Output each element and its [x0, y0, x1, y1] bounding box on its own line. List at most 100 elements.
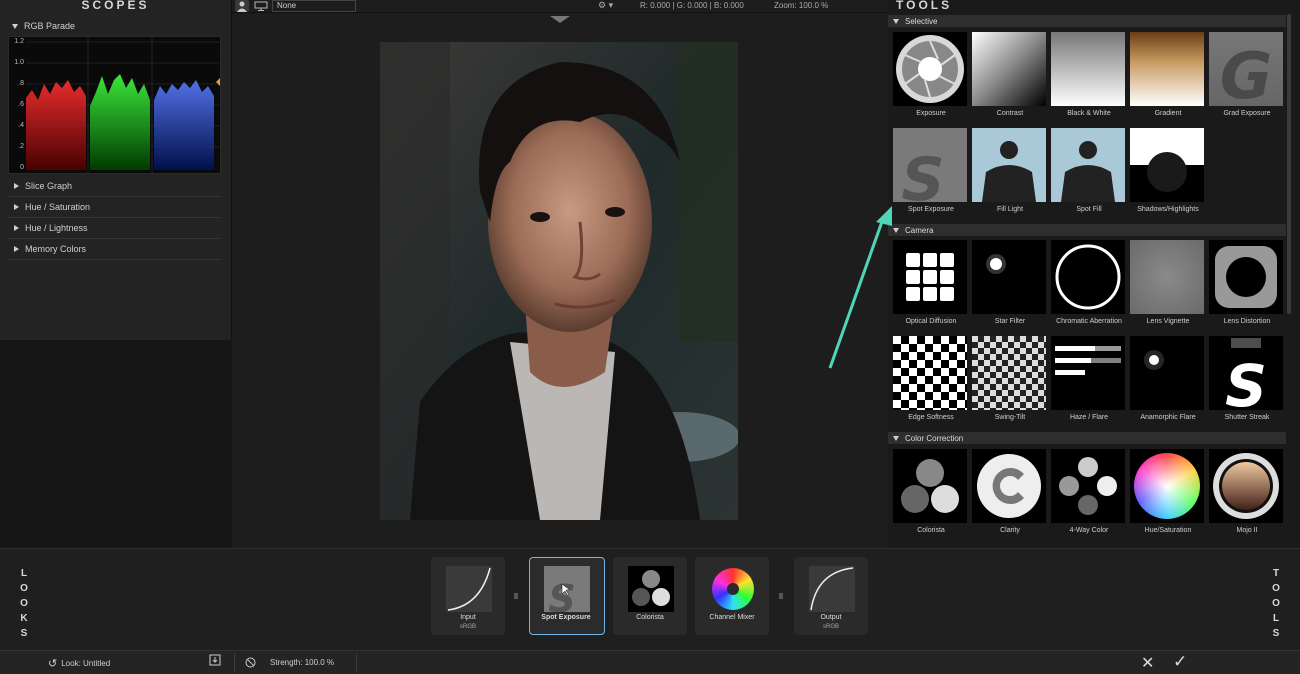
tool-optical-diffusion[interactable]: Optical Diffusion [891, 240, 967, 330]
collapse-triangle-icon [14, 225, 19, 231]
tool-lens-vignette[interactable]: Lens Vignette [1128, 240, 1204, 330]
tool-edge-softness[interactable]: Edge Softness [891, 336, 967, 426]
look-name-field[interactable]: ↺ Look: Untitled [48, 657, 110, 670]
category-label: Color Correction [905, 433, 964, 443]
preview-image [380, 42, 738, 520]
slice-graph-label: Slice Graph [25, 181, 73, 191]
tool-star-filter[interactable]: Star Filter [970, 240, 1046, 330]
tool-gradient[interactable]: Gradient [1128, 32, 1204, 122]
strength-control[interactable]: Strength: 100.0 % [245, 657, 334, 668]
category-color-correction[interactable]: Color Correction [888, 432, 1286, 444]
pipeline-node-output[interactable]: Output sRGB [794, 557, 868, 635]
person-icon[interactable] [235, 0, 249, 12]
category-camera[interactable]: Camera [888, 224, 1286, 236]
tool-swing-tilt[interactable]: Swing-Tilt [970, 336, 1046, 426]
node-label: Channel Mixer [709, 614, 755, 621]
tool-colorista[interactable]: Colorista [891, 449, 967, 539]
colorista-node-icon [628, 566, 674, 612]
tool-label: Mojo II [1236, 527, 1258, 534]
rgb-parade-label: RGB Parade [24, 21, 76, 31]
shutter-streak-icon: S [1209, 336, 1283, 410]
edge-softness-icon [893, 336, 967, 410]
disable-icon[interactable] [245, 657, 256, 668]
expand-triangle-icon [893, 435, 899, 441]
chromatic-aberration-icon [1051, 240, 1125, 314]
apply-check-icon[interactable]: ✓ [1173, 652, 1187, 672]
pipeline-node-input[interactable]: Input sRGB [431, 557, 505, 635]
tool-shadows-highlights[interactable]: Shadows/Highlights [1128, 128, 1204, 218]
tool-shutter-streak[interactable]: S Shutter Streak [1207, 336, 1283, 426]
looks-letter: S [20, 628, 28, 639]
tool-chromatic-aberration[interactable]: Chromatic Aberration [1049, 240, 1125, 330]
output-curve-icon [809, 566, 855, 612]
tool-anamorphic-flare[interactable]: Anamorphic Flare [1128, 336, 1204, 426]
tool-hue-saturation[interactable]: Hue/Saturation [1128, 449, 1204, 539]
shadows-highlights-icon [1130, 128, 1204, 202]
tool-label: Star Filter [994, 318, 1026, 325]
optical-diffusion-icon [893, 240, 967, 314]
preset-select[interactable]: None [272, 0, 356, 12]
pipeline-node-spot-exposure[interactable]: S Spot Exposure [529, 557, 605, 635]
tools-scrollbar[interactable] [1287, 14, 1291, 314]
tool-label: Chromatic Aberration [1056, 318, 1122, 325]
viewer-toolbar: None ⚙ ▾ R: 0.000 | G: 0.000 | B: 0.000 … [232, 0, 888, 13]
tool-label: Clarity [1000, 527, 1020, 534]
tool-lens-distortion[interactable]: Lens Distortion [1207, 240, 1283, 330]
rgb-readout: R: 0.000 | G: 0.000 | B: 0.000 [640, 1, 744, 10]
svg-text:S: S [901, 145, 944, 202]
star-filter-icon [972, 240, 1046, 314]
looks-letter: L [20, 568, 28, 579]
tool-4-way-color[interactable]: 4-Way Color [1049, 449, 1125, 539]
tool-haze-flare[interactable]: Haze / Flare [1049, 336, 1125, 426]
tools-title: TOOLS [896, 0, 953, 12]
tool-mojo-ii[interactable]: Mojo II [1207, 449, 1283, 539]
swing-tilt-icon [972, 336, 1046, 410]
divider [356, 653, 357, 672]
ytick: 1.0 [14, 59, 24, 66]
ytick: .4 [18, 122, 24, 129]
tools-letter: L [1272, 613, 1280, 624]
pipeline-node-colorista[interactable]: Colorista [613, 557, 687, 635]
annotation-arrow-icon [828, 206, 892, 369]
svg-text:S: S [548, 577, 575, 612]
hue-lightness-row[interactable]: Hue / Lightness [8, 218, 221, 239]
tool-label: Hue/Saturation [1144, 527, 1192, 534]
input-curve-icon [446, 566, 492, 612]
tool-black-white[interactable]: Black & White [1049, 32, 1125, 122]
fill-light-icon [972, 128, 1046, 202]
reset-icon[interactable]: ↺ [48, 657, 57, 670]
tool-spot-fill[interactable]: Spot Fill [1049, 128, 1125, 218]
tools-sidebar-tab[interactable]: T O O L S [1269, 566, 1283, 641]
slice-graph-row[interactable]: Slice Graph [8, 176, 221, 197]
hue-saturation-row[interactable]: Hue / Saturation [8, 197, 221, 218]
tools-letter: T [1272, 568, 1280, 579]
black-white-icon [1051, 32, 1125, 106]
tool-contrast[interactable]: Contrast [970, 32, 1046, 122]
pipeline-node-channel-mixer[interactable]: Channel Mixer [695, 557, 769, 635]
category-label: Selective [905, 16, 938, 26]
preset-value: None [277, 1, 297, 10]
tool-exposure[interactable]: Exposure [891, 32, 967, 122]
monitor-icon[interactable] [254, 1, 268, 11]
tool-spot-exposure[interactable]: S Spot Exposure [891, 128, 967, 218]
cancel-icon[interactable]: ✕ [1141, 653, 1154, 673]
settings-gear-icon[interactable]: ⚙ ▾ [598, 0, 613, 11]
looks-sidebar-tab[interactable]: L O O K S [17, 566, 31, 641]
tool-label: Optical Diffusion [905, 318, 957, 325]
tool-grad-exposure[interactable]: G Grad Exposure [1207, 32, 1283, 122]
rgb-parade-header[interactable]: RGB Parade [0, 16, 75, 36]
node-sublabel: sRGB [459, 624, 476, 630]
tool-label: Exposure [916, 110, 946, 117]
svg-text:G: G [1220, 40, 1273, 106]
category-selective[interactable]: Selective [888, 15, 1286, 27]
node-label: Spot Exposure [541, 614, 591, 621]
hue-saturation-label: Hue / Saturation [25, 202, 91, 212]
collapse-arrow-icon[interactable] [550, 16, 570, 23]
zoom-level: Zoom: 100.0 % [774, 1, 829, 10]
looks-letter: O [20, 598, 28, 609]
tool-fill-light[interactable]: Fill Light [970, 128, 1046, 218]
save-look-icon[interactable] [209, 654, 221, 666]
memory-colors-row[interactable]: Memory Colors [8, 239, 221, 260]
tool-clarity[interactable]: Clarity [970, 449, 1046, 539]
tool-label: Grad Exposure [1223, 110, 1271, 117]
